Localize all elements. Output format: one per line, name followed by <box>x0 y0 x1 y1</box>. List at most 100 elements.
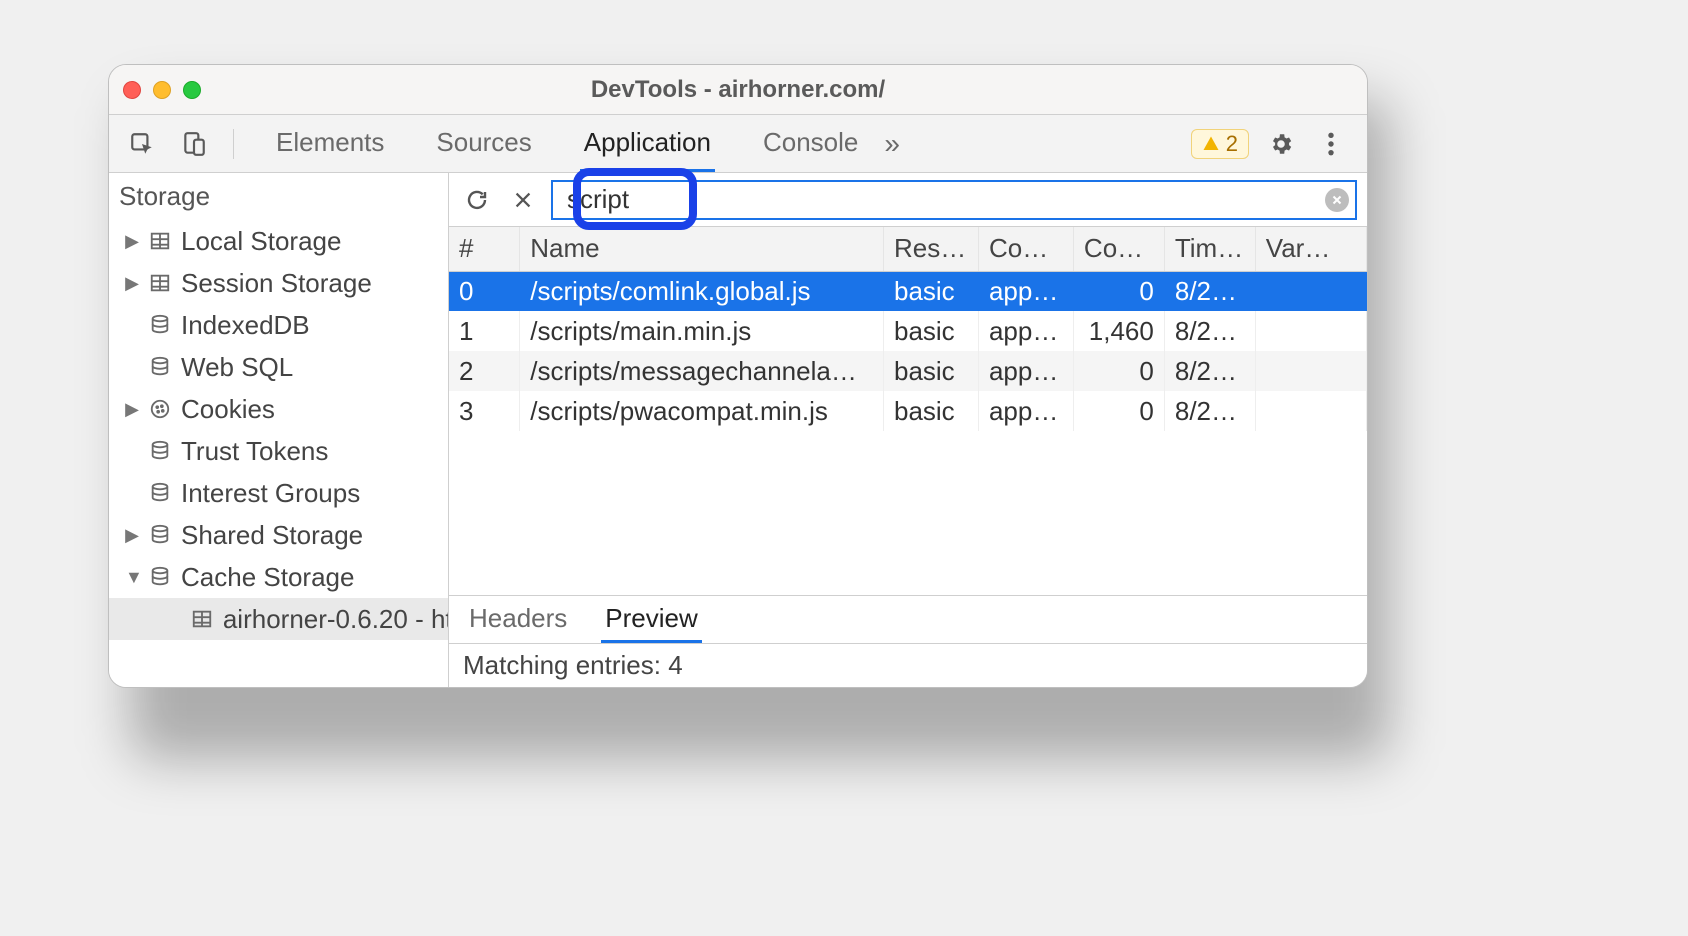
disclosure-triangle-icon[interactable]: ▶ <box>125 273 139 294</box>
cache-filter-bar <box>449 173 1367 227</box>
column-header-time[interactable]: Tim… <box>1164 227 1255 271</box>
table-row[interactable]: 2/scripts/messagechannela…basicapp…08/2… <box>449 351 1367 391</box>
filter-input[interactable] <box>551 180 1357 220</box>
cell-time: 8/2… <box>1164 391 1255 431</box>
table-header-row: #NameRes…Co…Co…Tim…Var… <box>449 227 1367 271</box>
inspect-element-icon[interactable] <box>123 125 161 163</box>
table-icon <box>147 270 173 296</box>
sidebar-item-local-storage[interactable]: ▶ Local Storage <box>109 220 448 262</box>
details-tabs: Headers Preview <box>449 595 1367 643</box>
cell-name: /scripts/messagechannela… <box>520 351 884 391</box>
cell-co2: 1,460 <box>1073 311 1164 351</box>
sidebar-item-label: Cache Storage <box>181 562 354 593</box>
db-icon <box>147 480 173 506</box>
sidebar-item-indexeddb[interactable]: ▶IndexedDB <box>109 304 448 346</box>
cell-vary <box>1255 351 1366 391</box>
sidebar-item-cache-storage[interactable]: ▼ Cache Storage <box>109 556 448 598</box>
cell-idx: 1 <box>449 311 520 351</box>
cell-co2: 0 <box>1073 351 1164 391</box>
separator <box>233 129 234 159</box>
cell-time: 8/2… <box>1164 311 1255 351</box>
sidebar-item-label: Web SQL <box>181 352 293 383</box>
table-row[interactable]: 3/scripts/pwacompat.min.jsbasicapp…08/2… <box>449 391 1367 431</box>
cell-name: /scripts/comlink.global.js <box>520 271 884 311</box>
titlebar: DevTools - airhorner.com/ <box>109 65 1367 115</box>
cell-vary <box>1255 271 1366 311</box>
application-sidebar: Storage ▶Local Storage▶Session Storage▶I… <box>109 173 449 687</box>
panel-tab-console[interactable]: Console <box>759 115 862 172</box>
column-header-co2[interactable]: Co… <box>1073 227 1164 271</box>
disclosure-triangle-icon[interactable]: ▶ <box>125 399 139 420</box>
warnings-count: 2 <box>1226 131 1238 157</box>
delete-entry-button[interactable] <box>505 182 541 218</box>
sidebar-item-label: Local Storage <box>181 226 341 257</box>
sidebar-item-web-sql[interactable]: ▶Web SQL <box>109 346 448 388</box>
sidebar-item-interest-groups[interactable]: ▶Interest Groups <box>109 472 448 514</box>
sidebar-item-label: Cookies <box>181 394 275 425</box>
cookie-icon <box>147 396 173 422</box>
column-header-vary[interactable]: Var… <box>1255 227 1366 271</box>
cell-vary <box>1255 311 1366 351</box>
column-header-name[interactable]: Name <box>520 227 884 271</box>
details-tab-preview[interactable]: Preview <box>601 596 701 643</box>
table-row[interactable]: 1/scripts/main.min.jsbasicapp…1,4608/2… <box>449 311 1367 351</box>
more-tabs-button[interactable]: » <box>876 128 908 160</box>
warnings-badge[interactable]: 2 <box>1191 129 1249 159</box>
sidebar-item-shared-storage[interactable]: ▶Shared Storage <box>109 514 448 556</box>
close-window-button[interactable] <box>123 81 141 99</box>
details-tab-headers[interactable]: Headers <box>465 596 571 643</box>
storage-tree: ▶ Local Storage ▶Session Storage▶IndexedDB… <box>109 220 448 687</box>
cache-entries-table: #NameRes…Co…Co…Tim…Var… 0/scripts/comlin… <box>449 227 1367 595</box>
refresh-icon <box>465 188 489 212</box>
sidebar-item-label: Trust Tokens <box>181 436 328 467</box>
cell-res: basic <box>883 271 978 311</box>
table-body: 0/scripts/comlink.global.jsbasicapp…08/2… <box>449 271 1367 431</box>
cell-vary <box>1255 391 1366 431</box>
more-options-button[interactable] <box>1313 131 1349 157</box>
table-row[interactable]: 0/scripts/comlink.global.jsbasicapp…08/2… <box>449 271 1367 311</box>
cell-co2: 0 <box>1073 391 1164 431</box>
disclosure-triangle-icon[interactable]: ▶ <box>125 525 139 546</box>
cell-co2: 0 <box>1073 271 1164 311</box>
cell-idx: 2 <box>449 351 520 391</box>
minimize-window-button[interactable] <box>153 81 171 99</box>
gear-icon <box>1268 131 1294 157</box>
column-header-co1[interactable]: Co… <box>978 227 1073 271</box>
panel-tab-sources[interactable]: Sources <box>432 115 535 172</box>
refresh-button[interactable] <box>459 182 495 218</box>
close-icon <box>512 189 534 211</box>
sidebar-item-airhorner-0-6-20-ht[interactable]: ▶airhorner-0.6.20 - ht <box>109 598 448 640</box>
column-header-idx[interactable]: # <box>449 227 520 271</box>
db-icon <box>147 312 173 338</box>
maximize-window-button[interactable] <box>183 81 201 99</box>
disclosure-triangle-icon[interactable]: ▶ <box>125 231 139 252</box>
db-icon <box>147 522 173 548</box>
panel-tabs: Elements Sources Application Console <box>272 115 862 172</box>
cell-time: 8/2… <box>1164 271 1255 311</box>
window-title: DevTools - airhorner.com/ <box>109 76 1367 104</box>
sidebar-item-trust-tokens[interactable]: ▶Trust Tokens <box>109 430 448 472</box>
sidebar-item-session-storage[interactable]: ▶Session Storage <box>109 262 448 304</box>
warning-icon <box>1202 135 1220 153</box>
panel-tab-elements[interactable]: Elements <box>272 115 388 172</box>
clear-icon <box>1331 194 1343 206</box>
sidebar-item-cookies[interactable]: ▶ Cookies <box>109 388 448 430</box>
clear-filter-button[interactable] <box>1325 188 1349 212</box>
sidebar-section-title: Storage <box>109 173 448 220</box>
cell-co1: app… <box>978 271 1073 311</box>
device-toolbar-icon[interactable] <box>175 125 213 163</box>
cell-time: 8/2… <box>1164 351 1255 391</box>
cell-co1: app… <box>978 391 1073 431</box>
cache-storage-pane: #NameRes…Co…Co…Tim…Var… 0/scripts/comlin… <box>449 173 1367 687</box>
db-icon <box>147 354 173 380</box>
cell-idx: 3 <box>449 391 520 431</box>
column-header-res[interactable]: Res… <box>883 227 978 271</box>
disclosure-triangle-icon[interactable]: ▼ <box>125 567 139 588</box>
status-text: Matching entries: 4 <box>463 650 683 681</box>
cell-name: /scripts/pwacompat.min.js <box>520 391 884 431</box>
panel-tab-application[interactable]: Application <box>580 115 715 172</box>
cell-res: basic <box>883 351 978 391</box>
settings-button[interactable] <box>1263 131 1299 157</box>
cell-idx: 0 <box>449 271 520 311</box>
cell-res: basic <box>883 391 978 431</box>
